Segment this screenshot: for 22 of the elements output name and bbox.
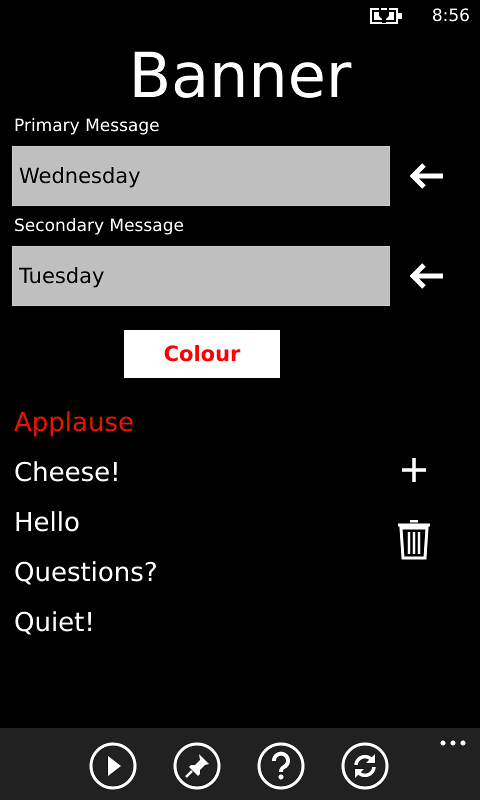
battery-charging-icon: [370, 7, 404, 25]
message-input[interactable]: Wednesday: [12, 146, 390, 206]
play-icon[interactable]: [89, 742, 137, 790]
clock-time: 8:56: [432, 6, 470, 26]
add-icon[interactable]: [402, 458, 426, 482]
field-label: Secondary Message: [14, 216, 185, 236]
more-icon[interactable]: [440, 740, 466, 746]
pin-icon[interactable]: [173, 742, 221, 790]
trash-icon[interactable]: [397, 520, 431, 560]
message-item[interactable]: Quiet!: [14, 598, 384, 648]
message-item[interactable]: Cheese!: [14, 448, 384, 498]
help-icon[interactable]: [257, 742, 305, 790]
message-item[interactable]: Questions?: [14, 548, 384, 598]
message-item[interactable]: Hello: [14, 498, 384, 548]
message-input[interactable]: Tuesday: [12, 246, 390, 306]
left-arrow-icon[interactable]: [410, 163, 444, 189]
colour-button[interactable]: Colour: [124, 330, 280, 378]
refresh-icon[interactable]: [341, 742, 389, 790]
message-item[interactable]: Applause: [14, 398, 384, 448]
page-title: Banner: [128, 38, 352, 114]
left-arrow-icon[interactable]: [410, 263, 444, 289]
field-label: Primary Message: [14, 116, 161, 136]
